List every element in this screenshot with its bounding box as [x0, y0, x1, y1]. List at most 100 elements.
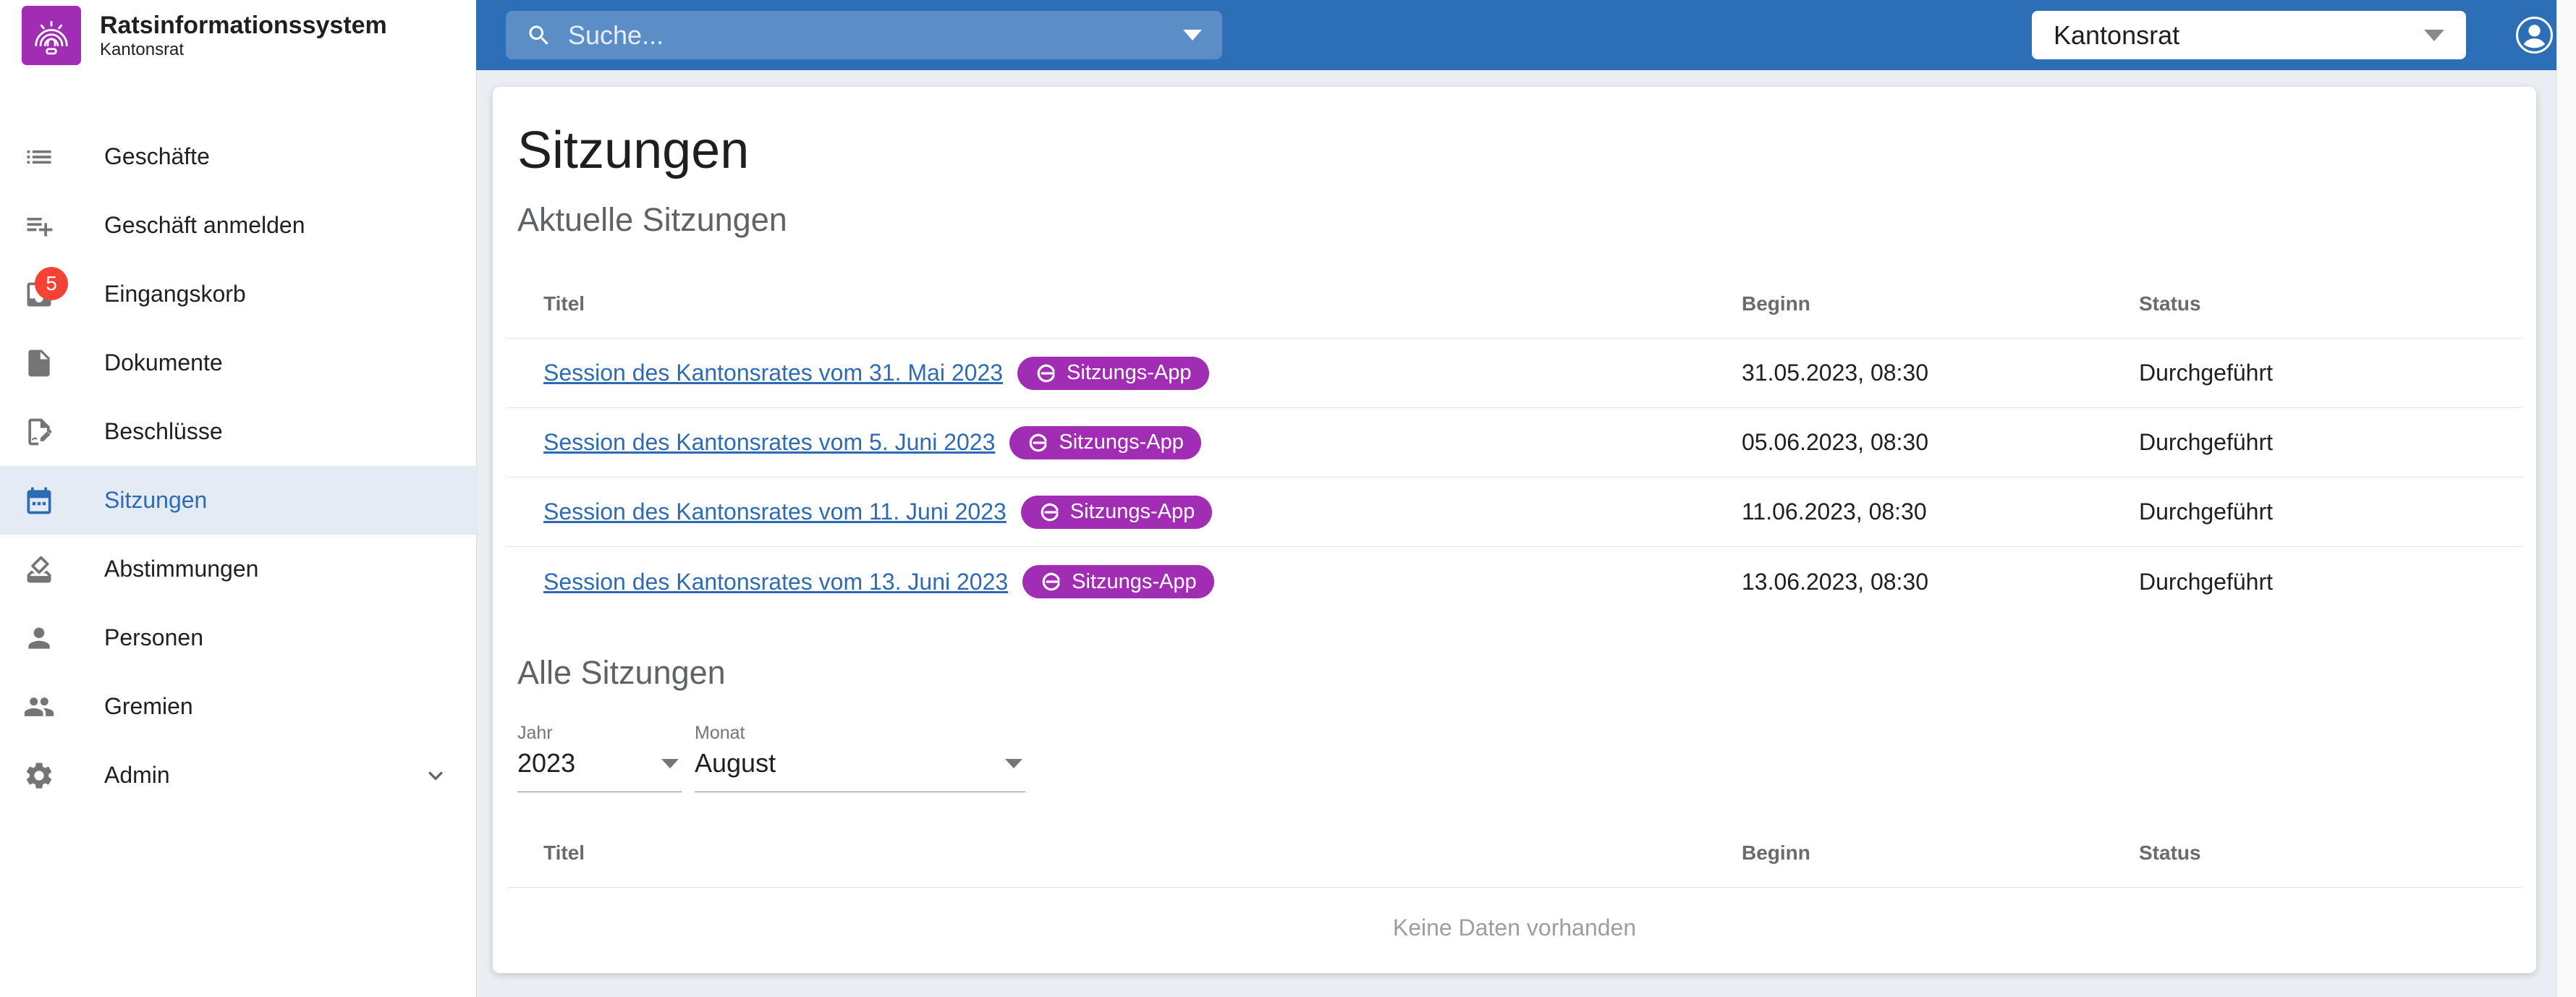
- all-sessions-filters: Jahr 2023 Monat August: [517, 722, 2536, 792]
- sidebar-nav: Geschäfte Geschäft anmelden 5 Eingangsko…: [0, 70, 476, 810]
- groups-icon: [23, 691, 55, 723]
- sitzungs-app-badge[interactable]: Sitzungs-App: [1009, 426, 1201, 459]
- sidebar-item-eingangskorb[interactable]: 5 Eingangskorb: [0, 260, 476, 328]
- topbar: Kantonsrat: [476, 0, 2556, 70]
- session-link[interactable]: Session des Kantonsrates vom 31. Mai 202…: [543, 360, 1003, 386]
- list-icon: [23, 141, 55, 173]
- sidebar-item-admin[interactable]: Admin: [0, 741, 476, 810]
- scrollbar[interactable]: [2556, 0, 2576, 997]
- account-icon: [2515, 16, 2554, 54]
- beginn-cell: 13.06.2023, 08:30: [1706, 569, 2103, 595]
- org-select[interactable]: Kantonsrat: [2032, 11, 2466, 59]
- status-cell: Durchgeführt: [2103, 429, 2522, 456]
- link-icon: [1035, 362, 1058, 385]
- beginn-cell: 05.06.2023, 08:30: [1706, 429, 2103, 456]
- document-edit-icon: [23, 416, 55, 448]
- ballot-icon: [23, 553, 55, 585]
- table-row: Session des Kantonsrates vom 11. Juni 20…: [507, 478, 2522, 547]
- sidebar-item-abstimmungen[interactable]: Abstimmungen: [0, 535, 476, 603]
- column-header-beginn: Beginn: [1706, 841, 2103, 865]
- search-box[interactable]: [506, 11, 1222, 59]
- sidebar-item-label: Geschäfte: [104, 143, 210, 170]
- chevron-down-icon: [1005, 759, 1022, 768]
- app-root: Ratsinformationssystem Kantonsrat Geschä…: [0, 0, 2576, 997]
- calendar-icon: [23, 485, 55, 517]
- app-title: Ratsinformationssystem: [100, 11, 387, 40]
- year-value: 2023: [517, 748, 575, 778]
- sidebar-item-label: Dokumente: [104, 349, 223, 376]
- column-header-beginn: Beginn: [1706, 292, 2103, 315]
- inbox-count-badge: 5: [35, 267, 68, 300]
- table-row: Session des Kantonsrates vom 13. Juni 20…: [507, 547, 2522, 616]
- sidebar-item-label: Eingangskorb: [104, 281, 246, 307]
- status-cell: Durchgeführt: [2103, 360, 2522, 386]
- sitzungs-app-badge[interactable]: Sitzungs-App: [1022, 565, 1214, 598]
- table-header-row: Titel Beginn Status: [507, 269, 2522, 339]
- sidebar-item-geschaeft-anmelden[interactable]: Geschäft anmelden: [0, 191, 476, 260]
- status-cell: Durchgeführt: [2103, 569, 2522, 595]
- person-icon: [23, 622, 55, 654]
- sidebar-item-label: Geschäft anmelden: [104, 212, 305, 239]
- link-icon: [1027, 431, 1050, 454]
- brand-text: Ratsinformationssystem Kantonsrat: [100, 11, 387, 60]
- sidebar-item-personen[interactable]: Personen: [0, 603, 476, 672]
- all-sessions-table: Titel Beginn Status Keine Daten vorhande…: [507, 818, 2522, 967]
- month-select[interactable]: Monat August: [695, 722, 1025, 792]
- empty-state-row: Keine Daten vorhanden: [507, 888, 2522, 967]
- sidebar-item-dokumente[interactable]: Dokumente: [0, 328, 476, 397]
- table-header-row: Titel Beginn Status: [507, 818, 2522, 888]
- month-value: August: [695, 748, 776, 778]
- column-header-status: Status: [2103, 841, 2522, 865]
- document-icon: [23, 347, 55, 379]
- month-label: Monat: [695, 722, 1025, 744]
- all-sessions-heading: Alle Sitzungen: [517, 653, 2536, 693]
- org-select-value: Kantonsrat: [2054, 20, 2179, 51]
- sidebar-item-gremien[interactable]: Gremien: [0, 672, 476, 741]
- sidebar-item-label: Gremien: [104, 693, 193, 720]
- beginn-cell: 11.06.2023, 08:30: [1706, 498, 2103, 525]
- link-icon: [1038, 501, 1062, 524]
- session-link[interactable]: Session des Kantonsrates vom 5. Juni 202…: [543, 429, 995, 456]
- inbox-icon: 5: [23, 279, 55, 310]
- table-row: Session des Kantonsrates vom 5. Juni 202…: [507, 408, 2522, 478]
- table-row: Session des Kantonsrates vom 31. Mai 202…: [507, 339, 2522, 408]
- column-header-status: Status: [2103, 292, 2522, 315]
- gear-icon: [23, 760, 55, 792]
- page-title: Sitzungen: [517, 120, 2536, 181]
- sitzungs-app-badge[interactable]: Sitzungs-App: [1021, 496, 1213, 529]
- sidebar-item-label: Beschlüsse: [104, 418, 223, 445]
- sidebar-item-label: Abstimmungen: [104, 556, 258, 582]
- column-header-titel: Titel: [507, 841, 1706, 865]
- session-link[interactable]: Session des Kantonsrates vom 13. Juni 20…: [543, 569, 1008, 595]
- beginn-cell: 31.05.2023, 08:30: [1706, 360, 2103, 386]
- sidebar-item-beschluesse[interactable]: Beschlüsse: [0, 397, 476, 466]
- sidebar-item-label: Personen: [104, 624, 203, 651]
- sidebar-item-geschaefte[interactable]: Geschäfte: [0, 122, 476, 191]
- sidebar-item-sitzungen[interactable]: Sitzungen: [0, 466, 476, 535]
- sitzungs-app-badge[interactable]: Sitzungs-App: [1017, 357, 1209, 390]
- user-avatar[interactable]: [2515, 16, 2554, 54]
- brand-header: Ratsinformationssystem Kantonsrat: [0, 0, 476, 70]
- app-logo[interactable]: [22, 6, 81, 65]
- search-input[interactable]: [568, 20, 1172, 51]
- chevron-down-icon: [661, 759, 679, 768]
- chevron-down-icon: [421, 761, 450, 790]
- sidebar-item-label: Sitzungen: [104, 487, 207, 514]
- search-icon: [526, 22, 552, 48]
- app-subtitle: Kantonsrat: [100, 40, 387, 60]
- playlist-add-icon: [23, 210, 55, 242]
- parliament-icon: [30, 14, 73, 57]
- status-cell: Durchgeführt: [2103, 498, 2522, 525]
- sidebar-item-label: Admin: [104, 762, 170, 789]
- search-scope-caret-icon[interactable]: [1183, 30, 1202, 41]
- year-select[interactable]: Jahr 2023: [517, 722, 682, 792]
- link-icon: [1040, 570, 1063, 593]
- content-card: Sitzungen Aktuelle Sitzungen Titel Begin…: [493, 87, 2536, 973]
- chevron-down-icon: [2424, 30, 2444, 41]
- current-sessions-table: Titel Beginn Status Session des Kantonsr…: [507, 269, 2522, 616]
- empty-state-text: Keine Daten vorhanden: [1393, 915, 1636, 941]
- year-label: Jahr: [517, 722, 682, 744]
- session-link[interactable]: Session des Kantonsrates vom 11. Juni 20…: [543, 498, 1007, 525]
- column-header-titel: Titel: [507, 292, 1706, 315]
- sidebar: Ratsinformationssystem Kantonsrat Geschä…: [0, 0, 476, 997]
